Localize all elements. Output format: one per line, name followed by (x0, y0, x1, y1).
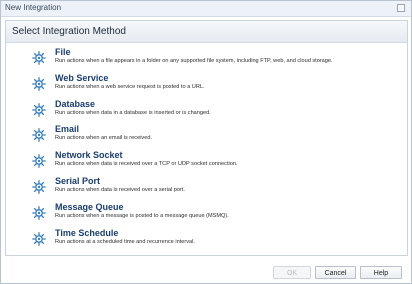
title-bar: New Integration (1, 1, 411, 17)
method-description: Run actions when data in a database is i… (55, 109, 211, 116)
method-name: Time Schedule (55, 227, 119, 238)
gear-icon (32, 76, 46, 91)
method-description: Run actions when data is received over a… (55, 186, 185, 193)
method-description: Run actions when data is received over a… (55, 161, 238, 168)
method-name: Network Socket (55, 150, 123, 161)
method-description: Run actions when an email is received. (55, 135, 153, 142)
method-name: Email (55, 124, 80, 135)
gear-icon (32, 128, 46, 143)
gear-icon (32, 231, 46, 246)
method-panel: Select Integration Method File Run action… (5, 20, 408, 256)
gear-icon (32, 154, 46, 169)
ok-button[interactable]: OK (273, 266, 311, 279)
method-item-serial-port[interactable]: Serial Port Run actions when data is rece… (6, 176, 407, 202)
panel-header: Select Integration Method (6, 21, 407, 43)
method-name: File (55, 47, 71, 57)
method-description: Run actions when a file appears in a fol… (55, 58, 333, 64)
help-button[interactable]: Help (360, 266, 402, 279)
close-icon[interactable] (397, 4, 405, 12)
gear-icon (32, 205, 46, 220)
cancel-button[interactable]: Cancel (315, 266, 356, 279)
dialog-window: New Integration Select Integration Metho… (0, 0, 412, 284)
method-name: Database (55, 98, 96, 109)
method-item-time-schedule[interactable]: Time Schedule Run actions at a scheduled … (6, 228, 407, 254)
panel-title: Select Integration Method (12, 26, 126, 37)
method-description: Run actions at a scheduled time and recu… (55, 238, 195, 245)
method-item-database[interactable]: Database Run actions when data in a datab… (6, 99, 407, 125)
gear-icon (32, 102, 46, 117)
method-description: Run actions when a web service request i… (55, 83, 205, 90)
method-item-message-queue[interactable]: Message Queue Run actions when a message … (6, 202, 407, 228)
gear-icon (32, 180, 46, 194)
method-item-network-socket[interactable]: Network Socket Run actions when data is r… (6, 150, 407, 176)
method-description: Run actions when a message is posted to … (55, 212, 229, 219)
method-name: Message Queue (55, 201, 124, 212)
method-list: File Run actions when a file appears in a… (6, 47, 407, 253)
method-name: Web Service (55, 72, 109, 83)
window-title: New Integration (5, 3, 62, 12)
gear-icon (32, 51, 46, 65)
method-item-file[interactable]: File Run actions when a file appears in a… (6, 47, 407, 73)
method-item-email[interactable]: Email Run actions when an email is receiv… (6, 124, 407, 150)
method-item-web-service[interactable]: Web Service Run actions when a web servic… (6, 73, 407, 99)
method-name: Serial Port (55, 175, 101, 186)
